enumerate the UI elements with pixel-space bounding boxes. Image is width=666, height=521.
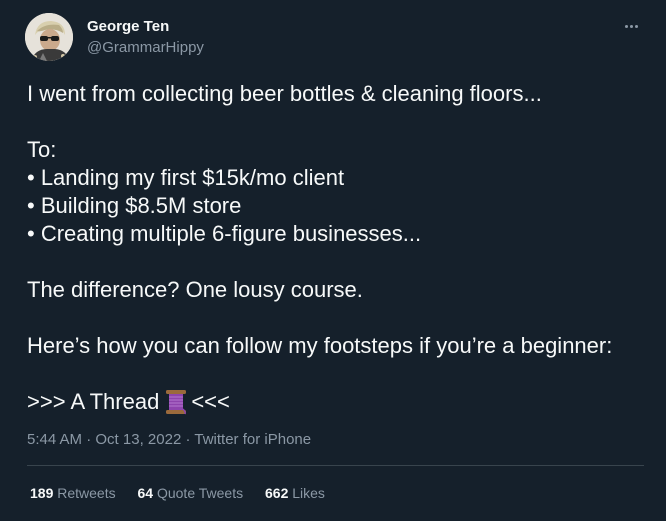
- likes-label: Likes: [292, 485, 325, 501]
- thread-line: >>> A Thread <<<: [27, 388, 657, 416]
- thread-suffix: <<<: [191, 389, 230, 414]
- tweet-source[interactable]: Twitter for iPhone: [194, 431, 311, 448]
- tweet-meta: 5:44 AM · Oct 13, 2022 · Twitter for iPh…: [27, 431, 311, 448]
- divider: [27, 465, 644, 466]
- tweet-text: I went from collecting beer bottles & cl…: [27, 80, 657, 416]
- tweet-time[interactable]: 5:44 AM: [27, 431, 82, 448]
- quote-tweets-label: Quote Tweets: [156, 485, 244, 501]
- author-avatar[interactable]: [25, 13, 73, 61]
- quote-tweets-count: 64: [137, 485, 154, 501]
- tweet-date[interactable]: Oct 13, 2022: [95, 431, 181, 448]
- tweet-line: To:: [27, 137, 57, 162]
- author-handle[interactable]: @GrammarHippy: [87, 39, 204, 56]
- likes-count: 662: [265, 485, 289, 501]
- quote-tweets-stat[interactable]: 64 Quote Tweets: [138, 485, 244, 501]
- retweets-stat[interactable]: 189 Retweets: [30, 485, 116, 501]
- tweet-stats: 189 Retweets 64 Quote Tweets 662 Likes: [30, 485, 343, 501]
- tweet-line: Here’s how you can follow my footsteps i…: [27, 333, 613, 358]
- tweet-bullet: • Creating multiple 6-figure businesses.…: [27, 221, 422, 246]
- tweet-line: The difference? One lousy course.: [27, 277, 363, 302]
- tweet-card: George Ten @GrammarHippy I went from col…: [0, 0, 666, 521]
- likes-stat[interactable]: 662 Likes: [265, 485, 325, 501]
- meta-separator: ·: [86, 431, 92, 448]
- thread-prefix: >>> A Thread: [27, 389, 160, 414]
- tweet-line: I went from collecting beer bottles & cl…: [27, 81, 542, 106]
- meta-separator: ·: [185, 431, 191, 448]
- tweet-bullet: • Landing my first $15k/mo client: [27, 165, 345, 190]
- avatar-image: [25, 13, 73, 61]
- retweets-label: Retweets: [57, 485, 116, 501]
- retweets-count: 189: [30, 485, 54, 501]
- author-name[interactable]: George Ten: [87, 18, 169, 35]
- tweet-bullet: • Building $8.5M store: [27, 193, 242, 218]
- more-options-icon[interactable]: [620, 16, 644, 36]
- thread-spool-icon: [165, 389, 187, 415]
